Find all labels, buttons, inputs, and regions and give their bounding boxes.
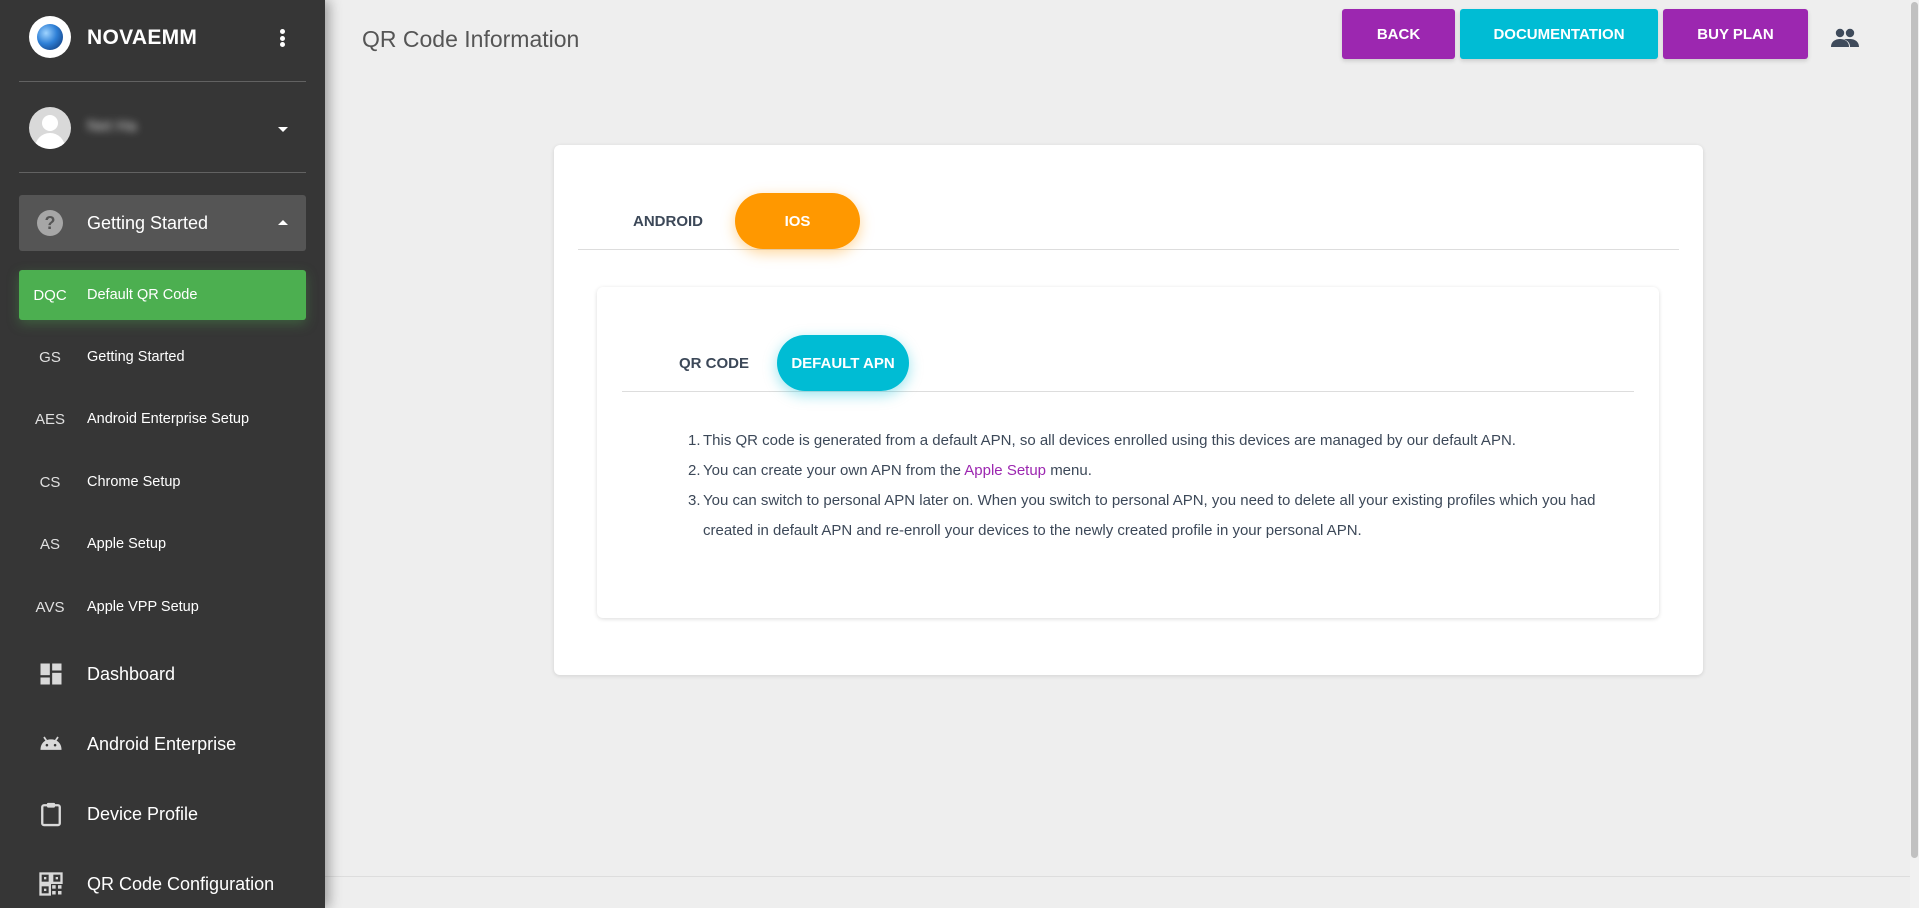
sidebar-item-abbr: CS — [39, 474, 61, 491]
ios-tabs: QR CODE DEFAULT APN — [622, 335, 1634, 392]
more-vert-icon[interactable] — [272, 26, 292, 50]
user-menu[interactable]: Net Ha — [19, 102, 306, 154]
people-icon[interactable] — [1830, 26, 1860, 50]
help-icon: ? — [37, 210, 63, 236]
sidebar-item-label: Apple VPP Setup — [87, 599, 199, 615]
sidebar-item-abbr: AES — [34, 411, 65, 428]
sidebar-item-android-enterprise-setup[interactable]: AES Android Enterprise Setup — [19, 394, 306, 444]
sidebar-item-label: Device Profile — [87, 804, 199, 824]
sidebar-item-abbr: GS — [39, 349, 61, 366]
list-number: 2. — [688, 462, 701, 479]
sidebar-item-android-enterprise[interactable]: Android Enterprise — [19, 716, 306, 772]
logo — [29, 16, 71, 58]
sidebar: NOVAEMM Net Ha ? Getting Started DQC Def… — [0, 0, 325, 908]
note-text: This QR code is generated from a default… — [703, 432, 1516, 449]
globe-icon — [37, 24, 63, 50]
list-number: 1. — [688, 432, 701, 449]
sidebar-item-label: Apple Setup — [87, 536, 167, 552]
list-item: 3. You can switch to personal APN later … — [688, 486, 1610, 546]
sidebar-item-label: Default QR Code — [87, 287, 198, 303]
list-item: 2. You can create your own APN from the … — [688, 456, 1610, 486]
list-number: 3. — [688, 492, 701, 509]
chevron-up-icon — [278, 220, 288, 225]
divider — [19, 81, 306, 82]
sidebar-item-device-profile[interactable]: Device Profile — [19, 786, 306, 842]
scrollbar-thumb[interactable] — [1911, 2, 1918, 858]
tab-qr-code[interactable]: QR CODE — [660, 335, 768, 391]
chevron-down-icon — [278, 127, 288, 132]
scrollbar[interactable] — [1910, 0, 1919, 908]
apple-setup-link[interactable]: Apple Setup — [964, 462, 1046, 479]
documentation-button[interactable]: DOCUMENTATION — [1460, 9, 1658, 59]
tab-android[interactable]: ANDROID — [608, 193, 728, 249]
sidebar-item-apple-setup[interactable]: AS Apple Setup — [19, 519, 306, 569]
clipboard-icon — [41, 802, 61, 827]
buy-plan-button[interactable]: BUY PLAN — [1663, 9, 1808, 59]
tab-default-apn[interactable]: DEFAULT APN — [777, 335, 909, 391]
sidebar-item-qr-code-configuration[interactable]: QR Code Configuration — [19, 856, 306, 908]
sidebar-group-label: Getting Started — [87, 213, 209, 233]
sidebar-item-label: Getting Started — [87, 349, 185, 365]
sidebar-item-default-qr-code[interactable]: DQC Default QR Code — [19, 270, 306, 320]
qr-info-card: ANDROID IOS QR CODE DEFAULT APN 1. This … — [554, 145, 1703, 675]
platform-tabs: ANDROID IOS — [578, 193, 1679, 250]
android-icon — [40, 736, 62, 750]
page-title: QR Code Information — [362, 26, 580, 52]
sidebar-item-apple-vpp-setup[interactable]: AVS Apple VPP Setup — [19, 582, 306, 632]
sidebar-item-abbr: AVS — [35, 599, 65, 616]
tab-ios[interactable]: IOS — [735, 193, 860, 249]
sidebar-group-getting-started[interactable]: ? Getting Started — [19, 195, 306, 251]
qr-code-icon — [39, 872, 63, 896]
back-button[interactable]: BACK — [1342, 9, 1455, 59]
note-text: You can create your own APN from the — [703, 462, 961, 479]
sidebar-item-getting-started[interactable]: GS Getting Started — [19, 332, 306, 382]
sidebar-item-label: QR Code Configuration — [87, 874, 275, 894]
brand-name: NOVAEMM — [87, 26, 198, 49]
dashboard-icon — [40, 663, 62, 685]
note-text: menu. — [1050, 462, 1092, 479]
sidebar-item-chrome-setup[interactable]: CS Chrome Setup — [19, 457, 306, 507]
sidebar-item-label: Android Enterprise — [87, 734, 237, 754]
list-item: 1. This QR code is generated from a defa… — [688, 426, 1610, 456]
note-text: You can switch to personal APN later on.… — [703, 492, 1596, 539]
avatar — [29, 107, 71, 149]
user-name: Net Ha — [87, 118, 137, 135]
ios-panel: QR CODE DEFAULT APN 1. This QR code is g… — [597, 287, 1659, 618]
sidebar-item-label: Chrome Setup — [87, 474, 181, 490]
sidebar-item-label: Android Enterprise Setup — [87, 411, 250, 427]
brand: NOVAEMM — [0, 0, 325, 78]
apn-notes-list: 1. This QR code is generated from a defa… — [688, 426, 1610, 546]
divider — [19, 172, 306, 173]
footer-divider — [325, 876, 1919, 877]
sidebar-item-label: Dashboard — [87, 664, 176, 684]
sidebar-item-abbr: DQC — [33, 287, 67, 304]
sidebar-item-abbr: AS — [39, 536, 60, 553]
sidebar-item-dashboard[interactable]: Dashboard — [19, 646, 306, 702]
